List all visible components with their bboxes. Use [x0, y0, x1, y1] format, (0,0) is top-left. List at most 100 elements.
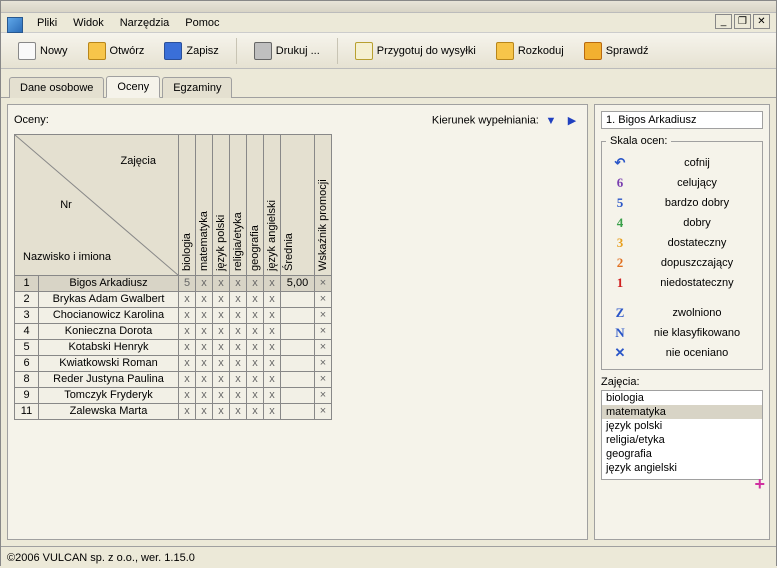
- table-row[interactable]: 11Zalewska Martaxxxxxx×: [15, 403, 332, 419]
- grade-cell[interactable]: x: [213, 355, 230, 371]
- grade-cell[interactable]: x: [213, 291, 230, 307]
- grade-cell[interactable]: x: [196, 307, 213, 323]
- toolbar-otw-rz[interactable]: Otwórz: [81, 38, 152, 64]
- subject-item[interactable]: geografia: [602, 447, 762, 461]
- grade-cell[interactable]: x: [264, 387, 281, 403]
- grade-cell[interactable]: x: [213, 387, 230, 403]
- grade-cell[interactable]: x: [196, 355, 213, 371]
- subject-item[interactable]: matematyka: [602, 405, 762, 419]
- grade-cell[interactable]: x: [179, 403, 196, 419]
- grade-cell[interactable]: x: [264, 355, 281, 371]
- tab-dane-osobowe[interactable]: Dane osobowe: [9, 77, 104, 98]
- table-row[interactable]: 4Konieczna Dorotaxxxxxx×: [15, 323, 332, 339]
- scale-row[interactable]: Zzwolniono: [606, 303, 758, 323]
- table-row[interactable]: 2Brykas Adam Gwalbertxxxxxx×: [15, 291, 332, 307]
- table-row[interactable]: 3Chocianowicz Karolinaxxxxxx×: [15, 307, 332, 323]
- subject-item[interactable]: biologia: [602, 391, 762, 405]
- table-row[interactable]: 1Bigos Arkadiusz5xxxxx5,00×: [15, 275, 332, 291]
- grade-cell[interactable]: x: [213, 339, 230, 355]
- table-row[interactable]: 6Kwiatkowski Romanxxxxxx×: [15, 355, 332, 371]
- grade-cell[interactable]: x: [196, 339, 213, 355]
- subject-item[interactable]: język polski: [602, 419, 762, 433]
- scale-row[interactable]: 4dobry: [606, 213, 758, 233]
- close-button[interactable]: ✕: [753, 14, 770, 29]
- menu-widok[interactable]: Widok: [65, 15, 112, 31]
- grade-cell[interactable]: x: [179, 339, 196, 355]
- table-row[interactable]: 5Kotabski Henrykxxxxxx×: [15, 339, 332, 355]
- grade-cell[interactable]: x: [247, 387, 264, 403]
- grade-cell[interactable]: x: [247, 323, 264, 339]
- tab-egzaminy[interactable]: Egzaminy: [162, 77, 232, 98]
- grade-cell[interactable]: x: [247, 275, 264, 291]
- grade-cell[interactable]: x: [230, 323, 247, 339]
- grade-cell[interactable]: x: [247, 371, 264, 387]
- grade-cell[interactable]: 5: [179, 275, 196, 291]
- toolbar-przygotuj-do-wysy-ki[interactable]: Przygotuj do wysyłki: [348, 38, 483, 64]
- toolbar-nowy[interactable]: Nowy: [11, 38, 75, 64]
- menu-narzędzia[interactable]: Narzędzia: [112, 15, 178, 31]
- grade-cell[interactable]: x: [230, 371, 247, 387]
- subject-item[interactable]: język angielski: [602, 461, 762, 475]
- grade-cell[interactable]: x: [247, 403, 264, 419]
- subject-item[interactable]: religia/etyka: [602, 433, 762, 447]
- grade-cell[interactable]: x: [264, 291, 281, 307]
- grade-cell[interactable]: x: [196, 403, 213, 419]
- grade-cell[interactable]: x: [230, 275, 247, 291]
- scale-row[interactable]: 6celujący: [606, 173, 758, 193]
- grades-table[interactable]: ZajęciaNrNazwisko i imionabiologiamatema…: [14, 134, 332, 420]
- scale-row[interactable]: ↶cofnij: [606, 153, 758, 173]
- scale-row[interactable]: 3dostateczny: [606, 233, 758, 253]
- maximize-button[interactable]: ❐: [734, 14, 751, 29]
- grade-cell[interactable]: x: [230, 403, 247, 419]
- grade-cell[interactable]: x: [230, 339, 247, 355]
- grade-cell[interactable]: x: [264, 275, 281, 291]
- grade-cell[interactable]: x: [179, 291, 196, 307]
- tab-oceny[interactable]: Oceny: [106, 76, 160, 98]
- grade-cell[interactable]: x: [247, 339, 264, 355]
- scale-row[interactable]: ✕nie oceniano: [606, 343, 758, 363]
- grade-cell[interactable]: x: [213, 403, 230, 419]
- toolbar-drukuj-[interactable]: Drukuj ...: [247, 38, 327, 64]
- scale-row[interactable]: 1niedostateczny: [606, 273, 758, 293]
- grade-cell[interactable]: x: [179, 355, 196, 371]
- direction-down-button[interactable]: ▼: [542, 112, 560, 130]
- grade-cell[interactable]: x: [179, 387, 196, 403]
- grade-cell[interactable]: x: [196, 291, 213, 307]
- grade-cell[interactable]: x: [196, 387, 213, 403]
- direction-right-button[interactable]: ▶: [563, 111, 581, 129]
- grade-cell[interactable]: x: [213, 371, 230, 387]
- scale-row[interactable]: 2dopuszczający: [606, 253, 758, 273]
- grade-cell[interactable]: x: [196, 323, 213, 339]
- grade-cell[interactable]: x: [264, 403, 281, 419]
- grade-cell[interactable]: x: [213, 307, 230, 323]
- toolbar-rozkoduj[interactable]: Rozkoduj: [489, 38, 571, 64]
- table-row[interactable]: 8Reder Justyna Paulinaxxxxxx×: [15, 371, 332, 387]
- grade-cell[interactable]: x: [264, 339, 281, 355]
- grade-cell[interactable]: x: [196, 275, 213, 291]
- scale-row[interactable]: 5bardzo dobry: [606, 193, 758, 213]
- minimize-button[interactable]: _: [715, 14, 732, 29]
- grade-cell[interactable]: x: [264, 323, 281, 339]
- grade-cell[interactable]: x: [230, 307, 247, 323]
- subject-list[interactable]: biologiamatematykajęzyk polskireligia/et…: [601, 390, 763, 480]
- grade-cell[interactable]: x: [196, 371, 213, 387]
- grade-cell[interactable]: x: [264, 371, 281, 387]
- grade-cell[interactable]: x: [247, 307, 264, 323]
- grade-cell[interactable]: x: [230, 387, 247, 403]
- grade-cell[interactable]: x: [230, 291, 247, 307]
- grade-cell[interactable]: x: [179, 307, 196, 323]
- grade-cell[interactable]: x: [230, 355, 247, 371]
- toolbar-zapisz[interactable]: Zapisz: [157, 38, 225, 64]
- scale-row[interactable]: Nnie klasyfikowano: [606, 323, 758, 343]
- grade-cell[interactable]: x: [179, 323, 196, 339]
- add-subject-button[interactable]: +: [754, 474, 765, 495]
- grade-cell[interactable]: x: [247, 291, 264, 307]
- grade-cell[interactable]: x: [213, 323, 230, 339]
- grade-cell[interactable]: x: [247, 355, 264, 371]
- table-row[interactable]: 9Tomczyk Fryderykxxxxxx×: [15, 387, 332, 403]
- grade-cell[interactable]: x: [179, 371, 196, 387]
- grade-cell[interactable]: x: [264, 307, 281, 323]
- menu-pliki[interactable]: Pliki: [29, 15, 65, 31]
- grade-cell[interactable]: x: [213, 275, 230, 291]
- toolbar-sprawd-[interactable]: Sprawdź: [577, 38, 656, 64]
